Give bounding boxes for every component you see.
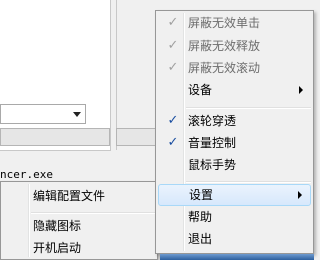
checkmark-icon: ✓ [167, 38, 179, 53]
executable-filename: ncer.exe [0, 168, 53, 181]
menu-item-block-invalid-scroll[interactable]: ✓ 屏蔽无效滚动 [158, 57, 311, 79]
menu-separator [31, 212, 155, 214]
menu-separator [186, 107, 311, 109]
menu-item-label: 滚轮穿透 [188, 114, 237, 128]
taskbar-strip [160, 254, 314, 260]
menu-item-volume-control[interactable]: ✓ 音量控制 [158, 132, 311, 154]
menu-item-label: 设备 [188, 83, 213, 97]
menu-item-label: 编辑配置文件 [33, 189, 106, 203]
menu-item-autostart[interactable]: 开机启动 [3, 237, 155, 259]
menu-item-label: 音量控制 [188, 136, 237, 150]
right-button[interactable] [116, 128, 160, 146]
checkmark-icon: ✓ [167, 60, 179, 75]
settings-submenu: 编辑配置文件 隐藏图标 开机启动 [0, 181, 158, 260]
menu-item-device[interactable]: 设备 [158, 79, 311, 101]
menu-item-mouse-gesture[interactable]: 鼠标手势 [158, 154, 311, 176]
menu-item-label: 帮助 [188, 210, 213, 224]
chevron-down-icon [73, 112, 81, 117]
menu-item-settings[interactable]: 设置 [158, 184, 311, 206]
menu-item-block-invalid-click[interactable]: ✓ 屏蔽无效单击 [158, 12, 311, 34]
menu-item-label: 屏蔽无效单击 [188, 16, 261, 30]
chevron-right-icon [298, 191, 302, 199]
tray-context-menu: ✓ 屏蔽无效单击 ✓ 屏蔽无效释放 ✓ 屏蔽无效滚动 设备 ✓ 滚轮穿透 ✓ 音… [155, 10, 314, 254]
menu-item-label: 屏蔽无效释放 [188, 39, 261, 53]
menu-item-wheel-passthrough[interactable]: ✓ 滚轮穿透 [158, 110, 311, 132]
menu-item-label: 屏蔽无效滚动 [188, 61, 261, 75]
menu-item-label: 鼠标手势 [188, 158, 237, 172]
menu-separator [186, 181, 311, 183]
menu-item-label: 退出 [188, 232, 213, 246]
dropdown-select[interactable] [0, 104, 86, 124]
menu-item-help[interactable]: 帮助 [158, 206, 311, 228]
checkmark-icon: ✓ [167, 15, 179, 30]
left-button[interactable] [0, 128, 110, 146]
menu-item-hide-icon[interactable]: 隐藏图标 [3, 215, 155, 237]
menu-item-label: 开机启动 [33, 241, 82, 255]
checkmark-icon: ✓ [167, 135, 179, 150]
menu-item-exit[interactable]: 退出 [158, 228, 311, 250]
checkmark-icon: ✓ [167, 113, 179, 128]
chevron-right-icon [299, 86, 303, 94]
menu-item-edit-config[interactable]: 编辑配置文件 [3, 185, 155, 207]
menu-item-label: 隐藏图标 [33, 219, 82, 233]
menu-item-label: 设置 [189, 188, 214, 202]
menu-item-block-invalid-release[interactable]: ✓ 屏蔽无效释放 [158, 35, 311, 57]
